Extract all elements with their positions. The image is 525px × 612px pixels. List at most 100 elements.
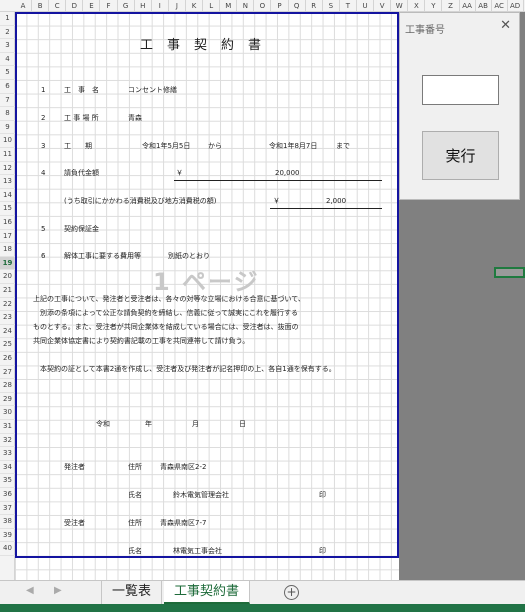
- column-header[interactable]: S: [323, 0, 340, 12]
- column-header[interactable]: X: [408, 0, 426, 12]
- item-label: 工 事 名: [64, 86, 99, 94]
- construction-number-dialog: 工事番号 ✕ 実行: [399, 12, 520, 200]
- column-header[interactable]: C: [49, 0, 67, 12]
- row-header[interactable]: 21: [0, 284, 15, 298]
- run-button[interactable]: 実行: [422, 131, 499, 180]
- row-header[interactable]: 7: [0, 94, 15, 108]
- row-header[interactable]: 36: [0, 488, 15, 502]
- row-header[interactable]: 38: [0, 515, 15, 529]
- row-header[interactable]: 5: [0, 66, 15, 80]
- row-header[interactable]: 31: [0, 420, 15, 434]
- column-header[interactable]: J: [169, 0, 186, 12]
- item-number: 5: [41, 225, 46, 233]
- row-header[interactable]: 14: [0, 189, 15, 203]
- tax-underline: [270, 208, 382, 209]
- row-header[interactable]: 23: [0, 311, 15, 325]
- row-header[interactable]: 19: [0, 256, 15, 271]
- tab-list[interactable]: 一覧表: [101, 581, 163, 604]
- row-header[interactable]: 2: [0, 26, 15, 40]
- column-header[interactable]: Y: [425, 0, 443, 12]
- construction-number-input[interactable]: [422, 75, 499, 105]
- row-header[interactable]: 9: [0, 121, 15, 135]
- column-header[interactable]: I: [152, 0, 169, 12]
- item-number: 3: [41, 142, 46, 150]
- row-header[interactable]: 39: [0, 529, 15, 543]
- prev-sheet-icon[interactable]: ◀: [26, 585, 34, 596]
- row-header[interactable]: 11: [0, 148, 15, 162]
- contract-amount: 20,000: [275, 169, 300, 177]
- row-header[interactable]: 12: [0, 162, 15, 176]
- row-header[interactable]: 24: [0, 325, 15, 339]
- close-icon[interactable]: ✕: [500, 18, 511, 33]
- contractor-address: 青森県南区7-7: [160, 519, 207, 527]
- contractor-label: 受注者: [64, 519, 85, 527]
- date-month: 月: [192, 420, 199, 428]
- add-sheet-icon[interactable]: +: [284, 585, 299, 600]
- column-header[interactable]: A: [15, 0, 33, 12]
- yen-sign: ￥: [176, 169, 183, 177]
- row-header[interactable]: 22: [0, 298, 15, 312]
- column-header[interactable]: AD: [508, 0, 524, 12]
- row-header[interactable]: 37: [0, 502, 15, 516]
- date-era: 令和: [96, 420, 110, 428]
- column-header[interactable]: W: [391, 0, 409, 12]
- column-header[interactable]: G: [118, 0, 135, 12]
- row-header[interactable]: 6: [0, 80, 15, 94]
- column-header[interactable]: AA: [460, 0, 476, 12]
- column-header[interactable]: V: [374, 0, 392, 12]
- tab-contract[interactable]: 工事契約書: [164, 581, 251, 604]
- row-header[interactable]: 28: [0, 379, 15, 393]
- row-header[interactable]: 40: [0, 542, 15, 556]
- yen-sign: ￥: [273, 197, 280, 205]
- row-header[interactable]: 1: [0, 12, 15, 26]
- column-header[interactable]: T: [340, 0, 357, 12]
- row-header[interactable]: 32: [0, 434, 15, 448]
- column-header[interactable]: Z: [443, 0, 460, 12]
- item-label: 解体工事に要する費用等: [64, 252, 141, 260]
- row-header[interactable]: 20: [0, 270, 15, 284]
- row-header[interactable]: 10: [0, 134, 15, 148]
- row-header[interactable]: 26: [0, 352, 15, 366]
- row-header[interactable]: 15: [0, 202, 15, 216]
- row-header[interactable]: 3: [0, 39, 15, 53]
- column-header[interactable]: O: [254, 0, 272, 12]
- item-number: 1: [41, 86, 46, 94]
- row-header[interactable]: 30: [0, 406, 15, 420]
- active-cell-selection[interactable]: [494, 267, 525, 278]
- row-header[interactable]: 35: [0, 474, 15, 488]
- column-header[interactable]: D: [66, 0, 84, 12]
- column-header[interactable]: K: [186, 0, 204, 12]
- column-header[interactable]: Q: [289, 0, 306, 12]
- column-header[interactable]: M: [220, 0, 238, 12]
- column-header[interactable]: B: [32, 0, 50, 12]
- column-header[interactable]: AC: [492, 0, 508, 12]
- dialog-title: 工事番号: [405, 25, 445, 36]
- next-sheet-icon[interactable]: ▶: [54, 585, 62, 596]
- row-header[interactable]: 33: [0, 447, 15, 461]
- row-header[interactable]: 34: [0, 461, 15, 475]
- body-text: 本契約の証として本書2通を作成し、受注者及び発注者が記名押印の上、各自1通を保有…: [40, 365, 336, 373]
- row-header[interactable]: 13: [0, 175, 15, 189]
- column-header[interactable]: P: [272, 0, 289, 12]
- column-header[interactable]: H: [135, 0, 152, 12]
- column-header[interactable]: N: [237, 0, 255, 12]
- body-text: 共同企業体協定書により契約書記載の工事を共同連帯して請け負う。: [33, 337, 250, 345]
- column-header[interactable]: AB: [476, 0, 492, 12]
- column-header[interactable]: R: [306, 0, 323, 12]
- row-header[interactable]: 18: [0, 243, 15, 257]
- column-header[interactable]: U: [357, 0, 375, 12]
- seal-mark: 印: [319, 491, 326, 499]
- name-label: 氏名: [128, 547, 142, 555]
- row-header[interactable]: 27: [0, 366, 15, 380]
- column-header[interactable]: F: [101, 0, 118, 12]
- row-header[interactable]: 17: [0, 230, 15, 244]
- row-header[interactable]: 8: [0, 107, 15, 121]
- column-header[interactable]: L: [203, 0, 221, 12]
- column-header[interactable]: E: [83, 0, 101, 12]
- row-header[interactable]: 16: [0, 216, 15, 230]
- item-number: 2: [41, 114, 46, 122]
- orderer-name: 鈴木電気管理会社: [173, 491, 229, 499]
- row-header[interactable]: 29: [0, 393, 15, 407]
- row-header[interactable]: 25: [0, 338, 15, 352]
- row-header[interactable]: 4: [0, 53, 15, 67]
